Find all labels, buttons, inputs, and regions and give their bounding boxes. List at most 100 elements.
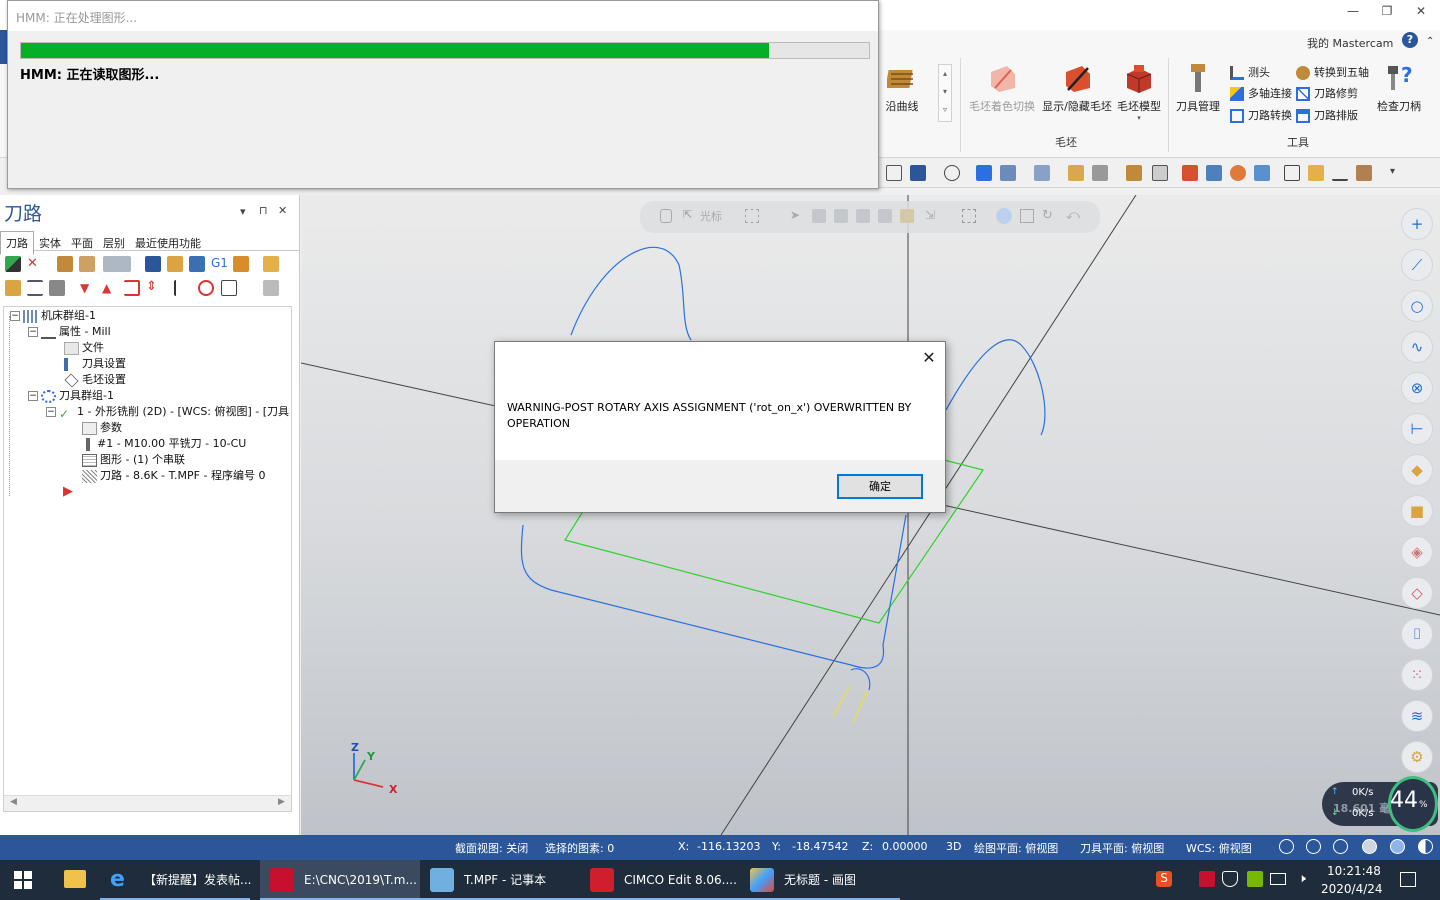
post-selected-icon[interactable]: [189, 256, 205, 272]
view-iso-icon[interactable]: [1034, 165, 1050, 181]
solid-sphere-icon[interactable]: [1362, 839, 1377, 854]
regenerate-dirty-icon[interactable]: [79, 256, 95, 272]
along-curve-button[interactable]: 沿曲线: [878, 62, 926, 114]
taskbar-item-mastercam[interactable]: E:\CNC\2019\T.m...: [260, 860, 420, 900]
gallery-scroller[interactable]: ▴ ▾ ▿: [938, 64, 952, 122]
mode-3d-toggle[interactable]: 3D: [946, 840, 961, 853]
windows-start-icon[interactable]: [14, 871, 32, 889]
wcs-status[interactable]: WCS: 俯视图: [1186, 840, 1252, 856]
tree-operation-contour[interactable]: − ✓ 1 - 外形铣削 (2D) - [WCS: 俯视图] - [刀具: [46, 404, 291, 420]
mesh-box-icon[interactable]: [1152, 165, 1168, 181]
backplot-toggle-icon[interactable]: [103, 256, 131, 272]
file-explorer-icon[interactable]: [64, 870, 86, 888]
tab-solids[interactable]: 实体: [34, 232, 66, 254]
cursor-mode-label[interactable]: 光标: [700, 208, 722, 224]
help-icon[interactable]: ?: [1402, 32, 1418, 48]
toggle-display-icon[interactable]: [27, 280, 43, 296]
settings-button[interactable]: ⚙: [1401, 741, 1433, 773]
draw-plane-status[interactable]: 绘图平面: 俯视图: [974, 840, 1058, 856]
check-holder-button[interactable]: ? 检查刀柄: [1372, 62, 1426, 114]
translucency-icon[interactable]: [1418, 839, 1433, 854]
nvidia-icon[interactable]: [1247, 871, 1263, 887]
tree-files[interactable]: 文件: [64, 340, 104, 356]
convert-to-5axis-button[interactable]: 转换到五轴: [1296, 64, 1369, 80]
scroll-left-icon[interactable]: ◀: [10, 797, 17, 807]
tree-tool[interactable]: #1 - M10.00 平铣刀 - 10-CU: [82, 436, 246, 452]
select-last-icon[interactable]: [1020, 209, 1034, 223]
circle-button[interactable]: ○: [1401, 290, 1433, 322]
edit-icon[interactable]: [1308, 165, 1324, 181]
tree-tool-settings[interactable]: 刀具设置: [64, 356, 126, 372]
section-view-status[interactable]: 截面视图: 关闭: [455, 840, 528, 856]
stock-shading-button[interactable]: 毛坯着色切换: [966, 62, 1038, 114]
boolean-button[interactable]: ◈: [1401, 536, 1433, 568]
multiaxis-link-button[interactable]: 多轴连接: [1230, 85, 1292, 101]
simulate-selected-icon[interactable]: [167, 256, 183, 272]
stock-model-button[interactable]: 毛坯模型 ▾: [1112, 62, 1166, 122]
expand-collapse-icon[interactable]: ⇕: [146, 279, 157, 294]
analyze-button[interactable]: ⊗: [1401, 372, 1433, 404]
tree-machine-group[interactable]: − 机床群组-1: [10, 308, 96, 324]
select-face-icon[interactable]: [834, 209, 848, 223]
select-all-operations-icon[interactable]: [5, 256, 21, 272]
select-geometry-icon[interactable]: [174, 280, 190, 296]
toolpath-trim-button[interactable]: 刀路修剪: [1296, 85, 1358, 101]
window-select-icon[interactable]: [962, 209, 976, 223]
grid-view-icon[interactable]: [886, 165, 902, 181]
shield-icon[interactable]: [1222, 871, 1238, 887]
edit-selected-icon[interactable]: [263, 256, 279, 272]
dimension-button[interactable]: ⊢: [1401, 413, 1433, 445]
minimize-button[interactable]: —: [1340, 4, 1366, 22]
taskbar-item-cimco[interactable]: CIMCO Edit 8.06....: [580, 860, 740, 900]
taskbar-item-notepad[interactable]: T.MPF - 记事本: [420, 860, 580, 900]
lock-icon[interactable]: [660, 209, 672, 223]
restore-button[interactable]: ❐: [1374, 4, 1400, 22]
high-speed-icon[interactable]: [233, 256, 249, 272]
layers-button[interactable]: ≋: [1401, 700, 1433, 732]
verify-selected-icon[interactable]: [145, 256, 161, 272]
view-top-icon[interactable]: [976, 165, 992, 181]
close-icon[interactable]: ✕: [919, 348, 939, 368]
tree-horizontal-scrollbar[interactable]: ◀ ▶: [4, 795, 291, 811]
verify-icon[interactable]: [1230, 165, 1246, 181]
clear-selection-icon[interactable]: ⤺: [1066, 208, 1080, 223]
section-button[interactable]: ⌷: [1401, 618, 1433, 650]
remove-button[interactable]: ◇: [1401, 577, 1433, 609]
display-options-icon[interactable]: [221, 280, 237, 296]
move-up-icon[interactable]: ▲: [102, 281, 111, 295]
taskbar-item-browser[interactable]: e 【新提醒】发表帖...: [100, 860, 251, 900]
center-view-icon[interactable]: [944, 165, 960, 181]
toolpath-transform-button[interactable]: 刀路转换: [1230, 107, 1292, 123]
stock-box-icon[interactable]: [1126, 165, 1142, 181]
line-button[interactable]: ⟋: [1401, 249, 1433, 281]
render-sphere-icon[interactable]: [1390, 839, 1405, 854]
verify-select-icon[interactable]: [996, 208, 1012, 224]
clock-time[interactable]: 10:21:48: [1327, 864, 1381, 878]
close-window-button[interactable]: ✕: [1408, 4, 1434, 22]
lock-icon[interactable]: [5, 280, 21, 296]
refresh-icon[interactable]: ↻: [1042, 208, 1053, 223]
clipboard-icon[interactable]: [1356, 165, 1372, 181]
wire-view-icon[interactable]: [1092, 165, 1108, 181]
clock-date[interactable]: 2020/4/24: [1321, 882, 1383, 896]
expand-collapse-icon[interactable]: −: [10, 311, 20, 321]
expand-collapse-icon[interactable]: −: [46, 407, 56, 417]
spline-button[interactable]: ∿: [1401, 331, 1433, 363]
tree-toolpath[interactable]: 刀路 - 8.6K - T.MPF - 程序编号 0: [82, 468, 265, 484]
chain-icon[interactable]: [198, 280, 214, 296]
solid-box-icon[interactable]: [1068, 165, 1084, 181]
mastercam-tray-icon[interactable]: [1199, 871, 1215, 887]
panel-close-icon[interactable]: ✕: [278, 204, 287, 217]
probe-button[interactable]: 测头: [1230, 64, 1270, 80]
globe-icon[interactable]: [1279, 839, 1294, 854]
select-body-icon[interactable]: [878, 209, 892, 223]
ribbon-collapse-icon[interactable]: ⌃: [1426, 36, 1434, 47]
shade-view-icon[interactable]: [910, 165, 926, 181]
select-stock-icon[interactable]: [900, 209, 914, 223]
cursor-mode-icon[interactable]: ⇱: [683, 208, 692, 221]
g1-label[interactable]: G1: [211, 256, 228, 270]
backplot-icon[interactable]: [1206, 165, 1222, 181]
select-options-icon[interactable]: ⇲: [925, 208, 935, 222]
insert-arrow-icon[interactable]: [124, 280, 140, 296]
deselect-all-icon[interactable]: ✕: [27, 256, 43, 272]
